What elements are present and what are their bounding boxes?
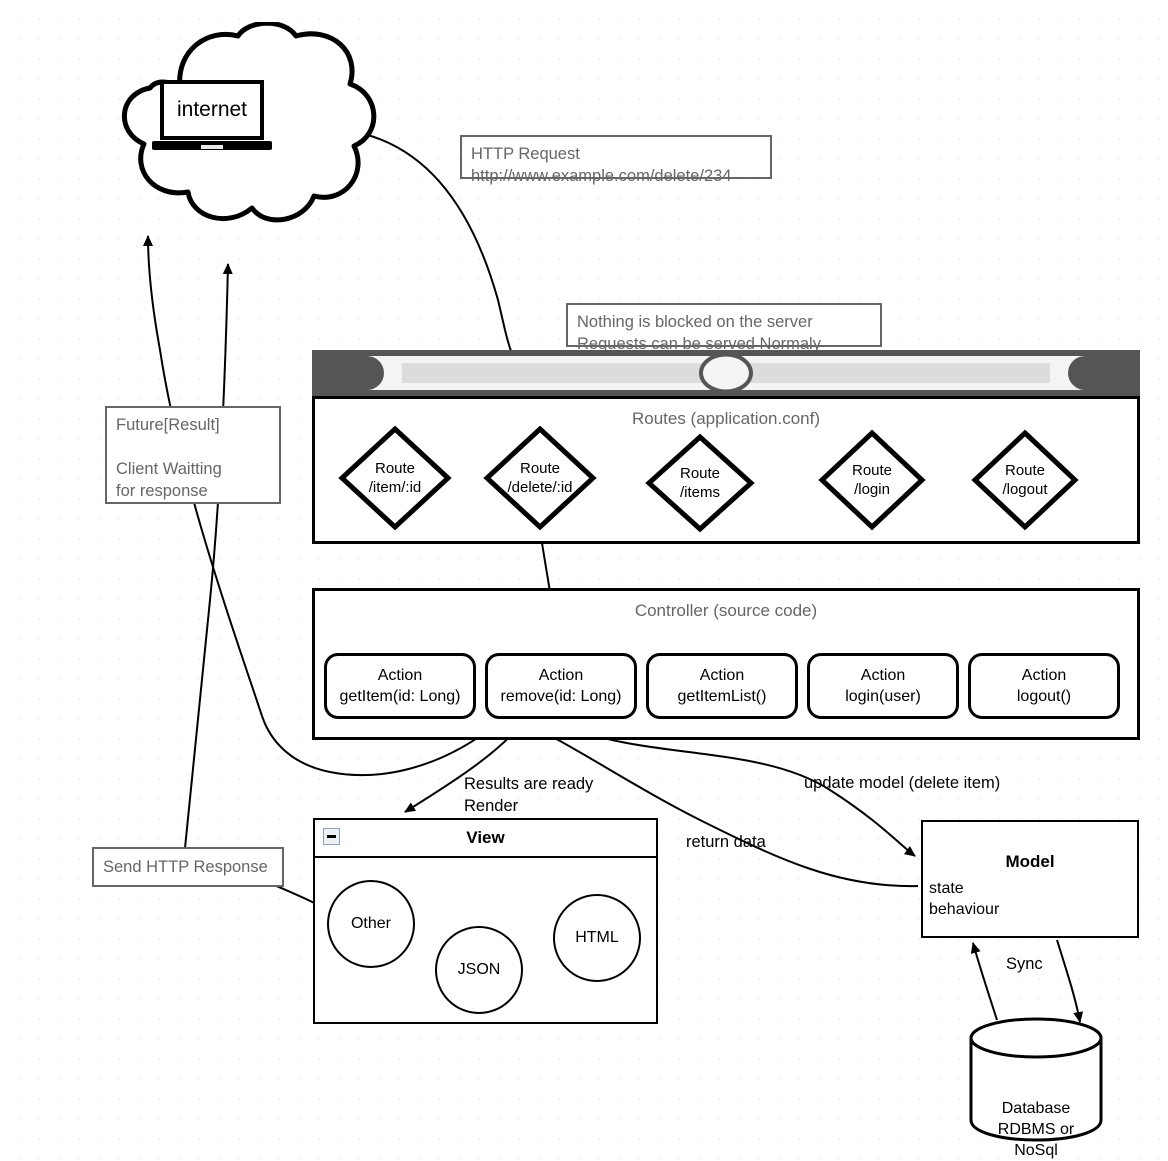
controller-panel: Controller (source code) Action getItem(i… [312,588,1140,740]
database-label: Database RDBMS or NoSql [997,1100,1075,1159]
route-label: Route/items [679,465,721,501]
arrow-model-to-database [1056,939,1084,1023]
server-knob [699,352,753,394]
view-output-other[interactable]: Other [327,880,415,968]
action-label: Action getItemList() [677,667,767,705]
collapse-icon[interactable] [323,828,340,845]
send-http-response-label: Send HTTP Response [92,847,284,887]
server-bar [312,350,1140,396]
action-get-item-list[interactable]: Action getItemList() [646,653,798,719]
results-ready-label: Results are ready Render [464,775,594,815]
server-slot-right [750,363,1050,383]
model-title: Model [1005,852,1055,871]
sync-label: Sync [1006,955,1043,973]
action-get-item[interactable]: Action getItem(id: Long) [324,653,476,719]
laptop-trackpad [201,145,223,149]
route-delete-id[interactable]: Route/delete/:id [483,425,597,531]
view-panel-title: View [466,828,505,847]
action-label: Action remove(id: Long) [500,667,622,705]
model-attributes: state behaviour [929,880,1000,918]
server-notch-right [1068,356,1096,390]
laptop-screen: internet [160,80,264,140]
arrow-database-to-model [970,942,998,1021]
action-remove[interactable]: Action remove(id: Long) [485,653,637,719]
controller-panel-title: Controller (source code) [634,601,818,620]
return-data-label: return data [686,833,766,851]
route-items[interactable]: Route/items [645,433,755,533]
database-cylinder: Database RDBMS or NoSql [968,1016,1104,1159]
route-label: Route/delete/:id [507,460,573,496]
view-panel-header: View [315,820,656,858]
route-item-id[interactable]: Route/item/:id [338,425,452,531]
view-output-json[interactable]: JSON [435,926,523,1014]
future-result-label: Future[Result] Client Waitting for respo… [105,406,281,504]
view-output-html[interactable]: HTML [553,894,641,982]
route-label: Route/login [851,462,893,498]
action-label: Action login(user) [845,667,921,705]
route-label: Route/item/:id [368,460,422,496]
internet-label: internet [176,98,248,121]
action-label: Action getItem(id: Long) [339,667,461,705]
action-label: Action logout() [1016,667,1072,705]
diagram-canvas: internet HTTP Request http://www.example… [0,0,1168,1159]
route-label: Route/logout [1002,462,1048,498]
model-box: Model state behaviour [921,820,1139,938]
laptop-icon: internet [152,80,272,156]
update-model-label: update model (delete item) [804,774,1001,792]
internet-cloud: internet [88,20,378,252]
view-panel-body: Other JSON HTML [315,858,656,1024]
http-request-label: HTTP Request http://www.example.com/dele… [460,135,772,185]
route-logout[interactable]: Route/logout [971,429,1079,531]
action-logout[interactable]: Action logout() [968,653,1120,719]
route-login[interactable]: Route/login [818,429,926,531]
server-status-label: Nothing is blocked on the server Request… [566,303,882,353]
arrow-send-response-to-internet [184,263,233,849]
action-login[interactable]: Action login(user) [807,653,959,719]
view-panel: View Other JSON HTML [313,818,658,1024]
server-slot-left [402,363,702,383]
